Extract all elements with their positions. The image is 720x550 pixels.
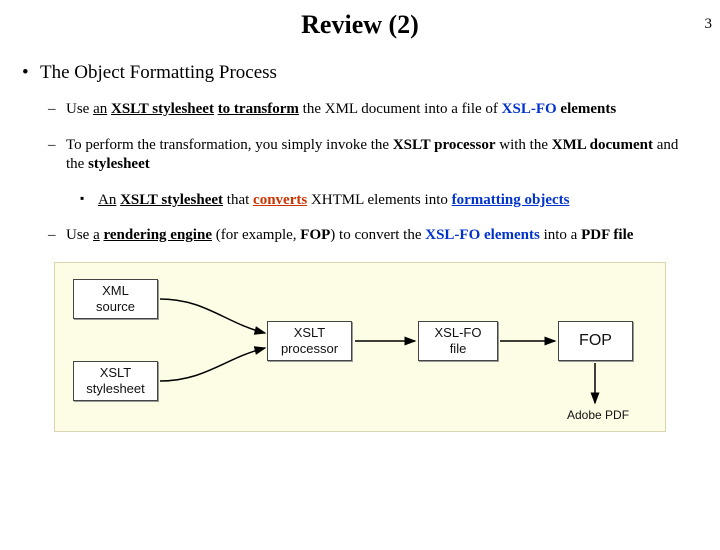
bullet-1: Use an XSLT stylesheet to transform the … (18, 100, 702, 120)
t: Use (66, 101, 93, 117)
t: XSL-FO (502, 101, 557, 117)
t: rendering engine (104, 227, 212, 243)
t: XSLT stylesheet (120, 192, 223, 208)
t: ) to convert the (330, 227, 425, 243)
diagram-box-xslfo-file: XSL-FOfile (418, 321, 498, 361)
t: XHTML elements into (307, 192, 451, 208)
diagram-box-fop: FOP (558, 321, 633, 361)
bullet-2: To perform the transformation, you simpl… (18, 136, 702, 175)
t: (for example, (212, 227, 300, 243)
t: with the (495, 137, 551, 153)
t: XSLT stylesheet (111, 101, 214, 117)
t: XML document (552, 137, 653, 153)
t: To perform the transformation, you simpl… (66, 137, 393, 153)
bullet-3: An XSLT stylesheet that converts XHTML e… (18, 191, 702, 211)
heading-bullet: The Object Formatting Process (18, 62, 702, 84)
t: into a (540, 227, 581, 243)
page-number: 3 (705, 16, 713, 33)
content-area: The Object Formatting Process Use an XSL… (0, 62, 720, 432)
t: XSL-FO elements (425, 227, 540, 243)
t: elements (560, 101, 616, 117)
diagram-box-xml-source: XMLsource (73, 279, 158, 319)
t: stylesheet (88, 156, 150, 172)
diagram-box-xslt-stylesheet: XSLTstylesheet (73, 361, 158, 401)
t: An (98, 192, 116, 208)
t: FOP (300, 227, 330, 243)
diagram-box-xslt-processor: XSLTprocessor (267, 321, 352, 361)
bullet-4: Use a rendering engine (for example, FOP… (18, 226, 702, 246)
heading-text: The Object Formatting Process (40, 62, 277, 83)
t: that (223, 192, 253, 208)
process-diagram: XMLsource XSLTstylesheet XSLTprocessor X… (54, 262, 666, 432)
page-title: Review (2) (0, 10, 720, 40)
t: to transform (218, 101, 299, 117)
t: PDF file (581, 227, 633, 243)
t: an (93, 101, 107, 117)
t: XSLT processor (393, 137, 496, 153)
t: converts (253, 192, 307, 208)
t: Use (66, 227, 93, 243)
t: the XML document into a file of (299, 101, 502, 117)
t: formatting objects (452, 192, 570, 208)
t: a (93, 227, 100, 243)
diagram-caption-adobe-pdf: Adobe PDF (567, 408, 629, 422)
